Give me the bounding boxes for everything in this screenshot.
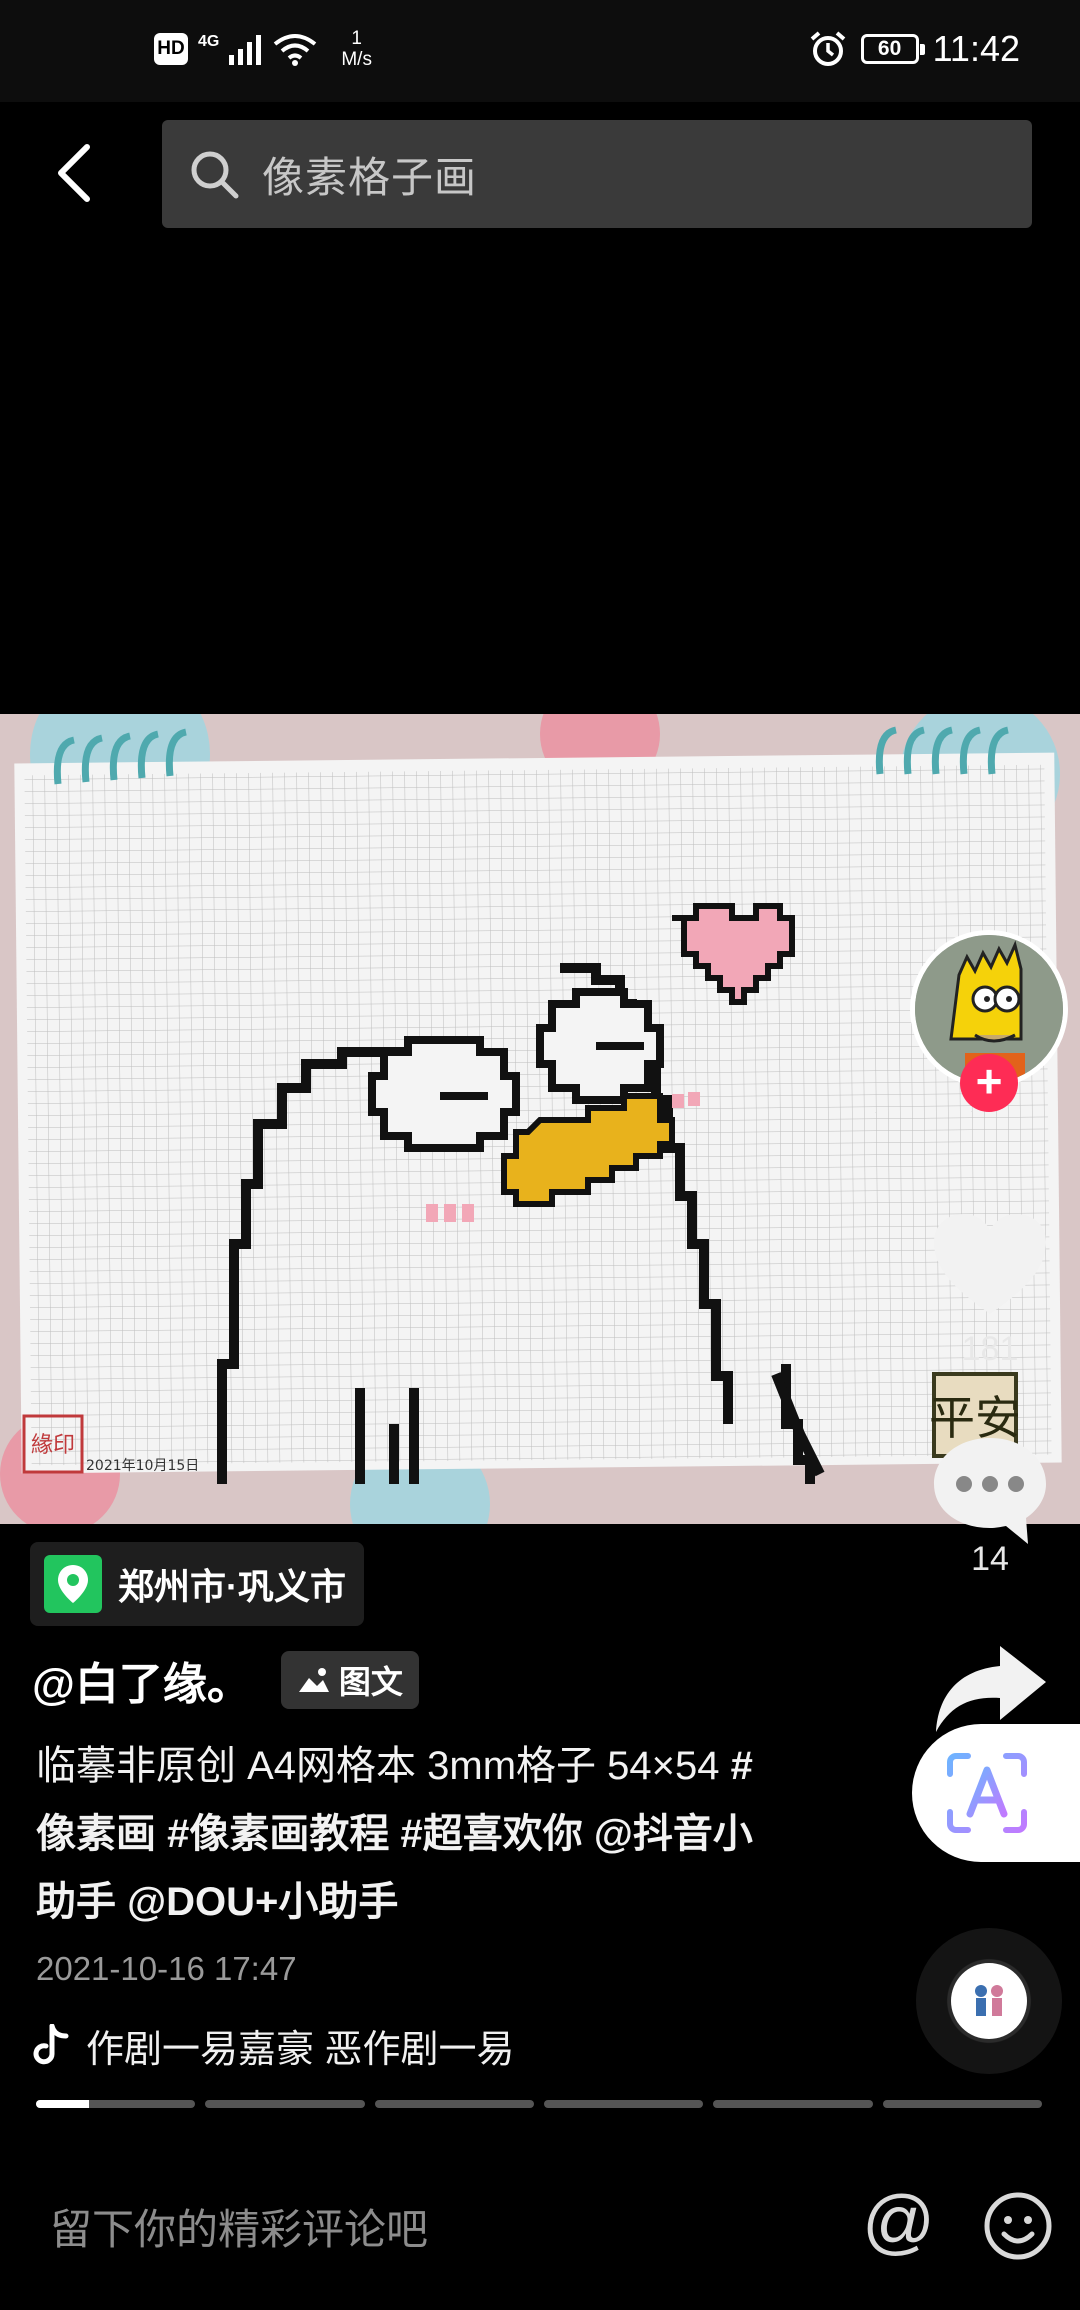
post-date: 2021-10-16 17:47 (36, 1950, 297, 1987)
progress-segment (374, 2100, 534, 2108)
status-right: 60 11:42 (809, 28, 1020, 70)
date-stamp: 2021年10月15日 (86, 1458, 199, 1474)
stamp-text: 緣印 (31, 1433, 75, 1458)
search-bar[interactable]: 像素格子画 (162, 120, 1032, 228)
smiley-icon (984, 2192, 1052, 2260)
comment-input[interactable]: 留下你的精彩评论吧 (50, 2196, 428, 2257)
search-query: 像素格子画 (262, 153, 478, 201)
comment-bubble-icon (934, 1438, 1046, 1544)
hd-badge: HD (154, 33, 188, 65)
speed-unit: M/s (341, 49, 372, 70)
like-button[interactable] (930, 1210, 1050, 1320)
hashtag[interactable]: #超喜欢你 (401, 1812, 583, 1856)
progress-segment (543, 2100, 704, 2108)
network-speed: 1 M/s (341, 28, 372, 70)
location-text: 郑州市·巩义市 (118, 1566, 346, 1607)
mention-button[interactable]: @ (862, 2186, 935, 2258)
back-button[interactable] (40, 133, 110, 213)
author-row: @白了缘。 图文 (32, 1648, 419, 1712)
music-disc-cover (951, 1963, 1027, 2039)
progress-segment (205, 2100, 365, 2108)
heart-icon (934, 1214, 1046, 1314)
author-name[interactable]: @白了缘。 (32, 1648, 251, 1712)
location-pin-icon (44, 1555, 102, 1613)
ai-assist-button[interactable] (912, 1724, 1080, 1862)
music-disc[interactable] (916, 1928, 1062, 2074)
emoji-button[interactable] (982, 2190, 1054, 2262)
post-type-badge: 图文 (280, 1651, 419, 1709)
progress-segment (713, 2100, 873, 2108)
battery-indicator: 60 (860, 34, 925, 64)
wifi-icon (274, 34, 317, 66)
chevron-left-icon (58, 144, 90, 202)
author-avatar[interactable]: + (910, 930, 1068, 1112)
mention[interactable]: @DOU+小助手 (127, 1880, 398, 1924)
caption[interactable]: 临摹非原创 A4网格本 3mm格子 54×54 #像素画 #像素画教程 #超喜欢… (36, 1732, 776, 1936)
music-row[interactable]: 作剧一易嘉豪 恶作剧一易 (30, 2018, 590, 2073)
signal-icon (229, 35, 262, 65)
notebook-page (14, 752, 1062, 1474)
music-title: 作剧一易嘉豪 恶作剧一易 (86, 2029, 515, 2071)
caption-text: 临摹非原创 A4网格本 3mm格子 54×54 (36, 1744, 731, 1788)
hashtag[interactable]: #像素画教程 (167, 1812, 389, 1856)
status-left: HD 4G 1 M/s (154, 28, 372, 70)
comment-count: 14 (971, 1540, 1009, 1578)
progress-segment (36, 2100, 196, 2108)
network-type: 4G (198, 33, 220, 50)
like-count: 181 (961, 1330, 1019, 1368)
alarm-icon (810, 31, 845, 66)
music-note-icon (33, 2023, 69, 2064)
ai-scan-icon (947, 1753, 1027, 1833)
comment-button[interactable] (928, 1430, 1052, 1550)
image-progress (36, 2100, 1042, 2108)
image-icon (298, 1668, 329, 1692)
search-icon (191, 151, 239, 199)
speed-value: 1 (351, 28, 362, 49)
status-bar: HD 4G 1 M/s 60 11:42 (0, 0, 1080, 102)
follow-button[interactable]: + (960, 1054, 1018, 1112)
clock: 11:42 (932, 28, 1020, 69)
music-people-icon (975, 1985, 1003, 2016)
post-image[interactable]: 平安 緣印 2021年10月15日 (0, 714, 1080, 1524)
post-type-label: 图文 (338, 1664, 403, 1700)
progress-segment (882, 2100, 1042, 2108)
progress-fill (36, 2100, 89, 2108)
location-chip[interactable]: 郑州市·巩义市 (30, 1542, 364, 1626)
